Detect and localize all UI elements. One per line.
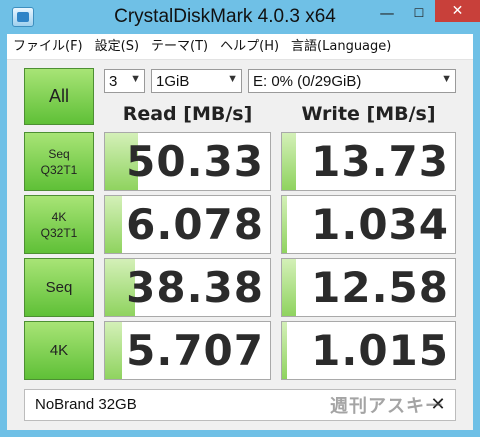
test-count-select[interactable]: 3 ▼ xyxy=(104,69,145,93)
4k-q32t1-write-result: 1.034 xyxy=(281,195,456,254)
test-label-line1: Seq xyxy=(45,278,73,296)
menu-help[interactable]: ヘルプ(H) xyxy=(214,34,285,60)
drive-value: E: 0% (0/29GiB) xyxy=(253,72,362,90)
main-window: ファイル(F) 設定(S) テーマ(T) ヘルプ(H) 言語(Language)… xyxy=(7,34,473,430)
write-value: 13.73 xyxy=(311,137,449,186)
write-progress-bar xyxy=(282,196,288,253)
test-label-line2: Q32T1 xyxy=(40,225,78,240)
watermark-logo: 週刊アスキー xyxy=(330,396,444,417)
menu-language[interactable]: 言語(Language) xyxy=(285,34,397,60)
seq-write-result: 12.58 xyxy=(281,258,456,317)
4k-button[interactable]: 4K xyxy=(24,321,94,380)
read-progress-bar xyxy=(105,322,122,379)
test-label-line1: 4K xyxy=(49,341,69,359)
title-bar: CrystalDiskMark 4.0.3 x64 — ☐ ✕ xyxy=(0,0,480,34)
drive-select[interactable]: E: 0% (0/29GiB) ▼ xyxy=(248,69,456,93)
test-count-value: 3 xyxy=(109,72,118,90)
read-progress-bar xyxy=(105,196,122,253)
write-value: 12.58 xyxy=(311,263,449,312)
chevron-down-icon: ▼ xyxy=(441,73,452,85)
menu-theme[interactable]: テーマ(T) xyxy=(145,34,214,60)
write-progress-bar xyxy=(282,133,296,190)
chevron-down-icon: ▼ xyxy=(130,73,141,85)
test-size-select[interactable]: 1GiB ▼ xyxy=(151,69,242,93)
read-value: 6.078 xyxy=(126,200,264,249)
4k-read-result: 5.707 xyxy=(104,321,271,380)
read-value: 5.707 xyxy=(126,326,264,375)
write-value: 1.015 xyxy=(311,326,449,375)
chevron-down-icon: ▼ xyxy=(227,73,238,85)
seq-button[interactable]: Seq xyxy=(24,258,94,317)
minimize-button[interactable]: — xyxy=(372,0,402,26)
test-label-line2: Q32T1 xyxy=(40,162,78,177)
4k-write-result: 1.015 xyxy=(281,321,456,380)
menu-bar: ファイル(F) 設定(S) テーマ(T) ヘルプ(H) 言語(Language) xyxy=(7,34,473,60)
write-value: 1.034 xyxy=(311,200,449,249)
read-value: 38.38 xyxy=(126,263,264,312)
test-label-line1: 4K xyxy=(51,209,67,224)
menu-file[interactable]: ファイル(F) xyxy=(7,34,89,60)
4k-q32t1-read-result: 6.078 xyxy=(104,195,271,254)
read-column-header: Read [MB/s] xyxy=(122,103,253,125)
read-value: 50.33 xyxy=(126,137,264,186)
close-button[interactable]: ✕ xyxy=(435,0,480,22)
write-column-header: Write [MB/s] xyxy=(301,103,436,125)
run-all-button[interactable]: All xyxy=(24,68,94,125)
seq-read-result: 38.38 xyxy=(104,258,271,317)
4k-q32t1-button[interactable]: 4K Q32T1 xyxy=(24,195,94,254)
seq-q32t1-write-result: 13.73 xyxy=(281,132,456,191)
test-size-value: 1GiB xyxy=(156,72,190,90)
comment-text: NoBrand 32GB xyxy=(35,396,137,413)
seq-q32t1-button[interactable]: Seq Q32T1 xyxy=(24,132,94,191)
menu-settings[interactable]: 設定(S) xyxy=(89,34,145,60)
write-progress-bar xyxy=(282,259,296,316)
seq-q32t1-read-result: 50.33 xyxy=(104,132,271,191)
maximize-button[interactable]: ☐ xyxy=(404,0,434,26)
test-label-line1: Seq xyxy=(48,146,70,161)
write-progress-bar xyxy=(282,322,288,379)
